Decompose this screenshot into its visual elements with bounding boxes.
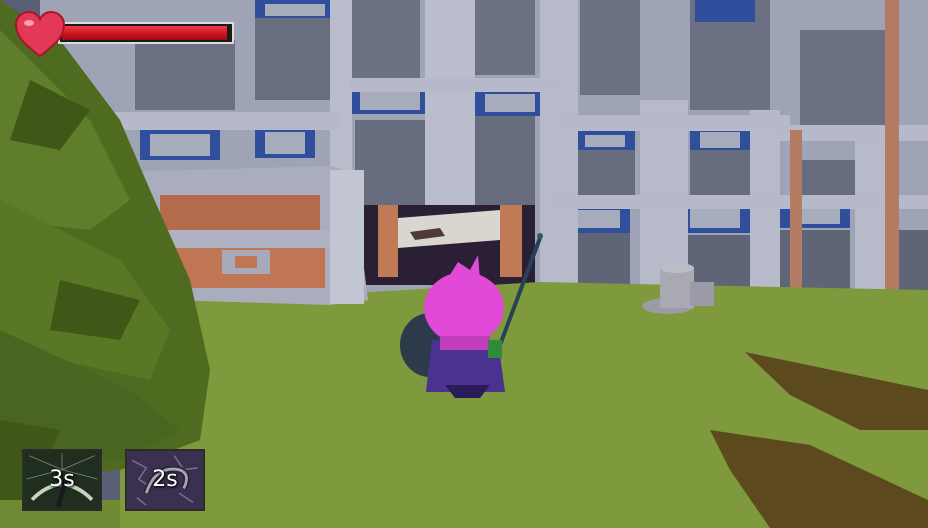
ability-2-cooldown: 2s [152, 467, 178, 492]
ability-slot-1[interactable]: 3s [22, 449, 102, 511]
ability-slot-2[interactable]: 2s [125, 449, 205, 511]
health-bar-fill [62, 26, 227, 40]
ability-1-cooldown: 3s [49, 467, 75, 492]
health-display [14, 10, 234, 58]
doorway [360, 205, 535, 285]
game-viewport[interactable]: 3s 2s [0, 0, 928, 528]
health-bar [58, 22, 234, 44]
heart-icon [14, 10, 66, 58]
